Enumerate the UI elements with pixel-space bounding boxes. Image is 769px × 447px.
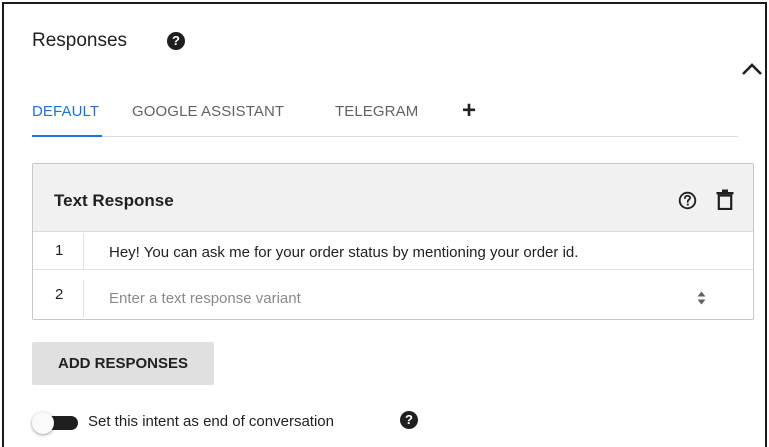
tab-telegram[interactable]: TELEGRAM	[335, 103, 418, 120]
response-variant-input[interactable]	[109, 286, 694, 310]
add-tab-button[interactable]: +	[462, 99, 476, 123]
section-title: Responses	[32, 30, 128, 51]
chevron-up-icon[interactable]	[741, 62, 763, 76]
response-tabs: DEFAULT GOOGLE ASSISTANT TELEGRAM +	[32, 99, 738, 137]
active-tab-indicator	[32, 135, 102, 137]
end-conversation-label: Set this intent as end of conversation	[88, 413, 334, 430]
row-number: 1	[33, 233, 84, 269]
response-row: 2	[33, 280, 753, 317]
card-title: Text Response	[54, 191, 174, 210]
help-icon[interactable]: ?	[167, 32, 185, 50]
card-header: Text Response	[33, 164, 753, 232]
tab-default[interactable]: DEFAULT	[32, 103, 99, 120]
toggle-thumb	[32, 412, 54, 434]
response-text[interactable]: Hey! You can ask me for your order statu…	[109, 244, 578, 261]
end-conversation-toggle[interactable]	[32, 412, 78, 434]
tab-google-assistant[interactable]: GOOGLE ASSISTANT	[132, 103, 284, 120]
text-response-card: Text Response 1 Hey! You can ask me for …	[32, 163, 754, 320]
help-icon[interactable]: ?	[400, 411, 418, 429]
add-responses-button[interactable]: ADD RESPONSES	[32, 342, 214, 385]
responses-panel: Responses ? DEFAULT GOOGLE ASSISTANT TEL…	[2, 2, 767, 447]
question-help-icon[interactable]	[678, 191, 697, 210]
trash-icon[interactable]	[716, 189, 734, 210]
response-row: 1 Hey! You can ask me for your order sta…	[33, 233, 753, 270]
resize-stepper-icon[interactable]	[697, 291, 706, 305]
row-number: 2	[33, 280, 84, 317]
